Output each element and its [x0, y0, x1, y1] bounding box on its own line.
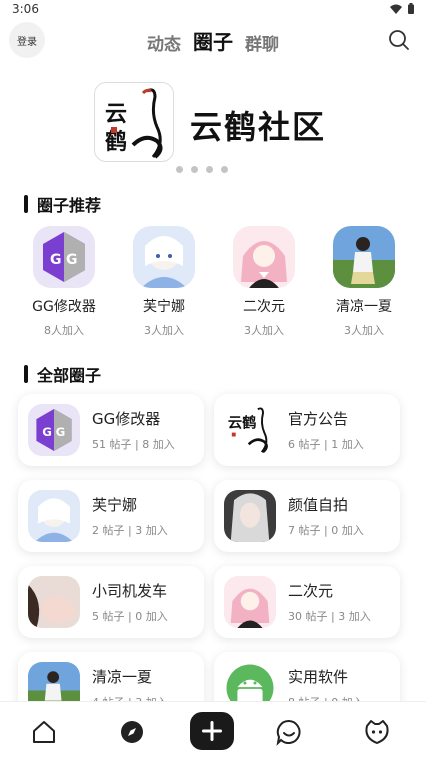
add-icon[interactable] — [190, 712, 234, 750]
crane-logo: 云 鹤 — [94, 82, 174, 162]
driver-image — [28, 576, 80, 628]
circle-card[interactable]: 颜值自拍 7 帖子 | 0 加入 — [214, 480, 400, 552]
section-recommended: 圈子推荐 — [24, 192, 101, 216]
gg-app-icon: G G — [28, 404, 80, 456]
circle-name: 小司机发车 — [92, 582, 168, 600]
section-recommended-title: 圈子推荐 — [37, 196, 102, 215]
section-all: 全部圈子 — [24, 362, 101, 386]
svg-text:G: G — [42, 425, 52, 439]
tab-group-chat[interactable]: 群聊 — [245, 30, 279, 55]
recommended-count: 8人加入 — [44, 324, 84, 337]
circle-name: 芙宁娜 — [92, 496, 138, 514]
circle-meta: 51 帖子 | 8 加入 — [92, 438, 175, 451]
circle-meta: 5 帖子 | 0 加入 — [92, 610, 168, 623]
svg-text:G: G — [66, 252, 78, 268]
recommended-name: 清凉一夏 — [336, 299, 392, 315]
battery-icon — [408, 3, 414, 14]
compass-icon[interactable] — [118, 718, 146, 746]
circle-card[interactable]: 云鹤 官方公告 6 帖子 | 1 加入 — [214, 394, 400, 466]
circle-meta: 2 帖子 | 3 加入 — [92, 524, 168, 537]
recommended-name: 芙宁娜 — [143, 299, 185, 315]
status-time: 3:06 — [12, 2, 39, 16]
circle-name: 实用软件 — [288, 668, 349, 686]
svg-text:G: G — [50, 252, 62, 268]
svg-text:G: G — [56, 425, 66, 439]
circle-name: 清凉一夏 — [92, 668, 153, 686]
recommended-item[interactable]: 清凉一夏 3人加入 — [322, 226, 406, 338]
carousel-dot — [221, 166, 228, 173]
circle-name: GG修改器 — [92, 410, 161, 428]
recommended-count: 3人加入 — [344, 324, 384, 337]
carousel-dot — [176, 166, 183, 173]
circle-card[interactable]: G G GG修改器 51 帖子 | 8 加入 — [18, 394, 204, 466]
section-marker — [24, 195, 28, 213]
recommended-count: 3人加入 — [244, 324, 284, 337]
search-icon[interactable] — [388, 29, 410, 51]
recommended-count: 3人加入 — [144, 324, 184, 337]
recommended-name: GG修改器 — [32, 299, 96, 315]
recommended-name: 二次元 — [243, 299, 285, 315]
circle-card[interactable]: 小司机发车 5 帖子 | 0 加入 — [18, 566, 204, 638]
tab-circles[interactable]: 圈子 — [193, 26, 233, 55]
furina-avatar-image — [28, 490, 80, 542]
bottom-navigation — [0, 701, 426, 759]
message-icon[interactable] — [275, 718, 303, 746]
circle-name: 二次元 — [288, 582, 334, 600]
banner-title: 云鹤社区 — [190, 108, 327, 146]
top-tabs: 动态 圈子 群聊 — [0, 26, 426, 55]
section-marker — [24, 365, 28, 383]
anime-girl-image — [224, 576, 276, 628]
svg-text:云: 云 — [105, 101, 127, 127]
anime-girl-image — [233, 226, 295, 288]
recommended-item[interactable]: 芙宁娜 3人加入 — [122, 226, 206, 338]
status-icons — [390, 3, 414, 14]
circle-name: 官方公告 — [288, 410, 349, 428]
banner-carousel[interactable]: 云 鹤 云鹤社区 — [94, 82, 334, 164]
circle-meta: 7 帖子 | 0 加入 — [288, 524, 364, 537]
carousel-dot — [191, 166, 198, 173]
tab-dynamic[interactable]: 动态 — [147, 30, 181, 55]
crane-logo-image: 云鹤 — [224, 404, 276, 456]
carousel-indicator — [176, 166, 228, 173]
top-header: 登录 动态 圈子 群聊 — [0, 20, 426, 60]
recommended-item[interactable]: 二次元 3人加入 — [222, 226, 306, 338]
summer-photo-image — [333, 226, 395, 288]
home-icon[interactable] — [30, 718, 58, 746]
section-all-title: 全部圈子 — [37, 366, 102, 385]
circle-card[interactable]: 芙宁娜 2 帖子 | 3 加入 — [18, 480, 204, 552]
selfie-image — [224, 490, 276, 542]
circle-card[interactable]: 二次元 30 帖子 | 3 加入 — [214, 566, 400, 638]
status-bar: 3:06 — [0, 0, 426, 20]
furina-avatar-image — [133, 226, 195, 288]
carousel-dot — [206, 166, 213, 173]
circle-meta: 30 帖子 | 3 加入 — [288, 610, 371, 623]
wifi-icon — [390, 4, 402, 14]
gg-app-icon: G G — [33, 226, 95, 288]
circle-name: 颜值自拍 — [288, 496, 349, 514]
svg-text:云鹤: 云鹤 — [228, 413, 257, 431]
circle-meta: 6 帖子 | 1 加入 — [288, 438, 364, 451]
recommended-item[interactable]: G G GG修改器 8人加入 — [22, 226, 106, 338]
profile-icon[interactable] — [363, 718, 391, 746]
